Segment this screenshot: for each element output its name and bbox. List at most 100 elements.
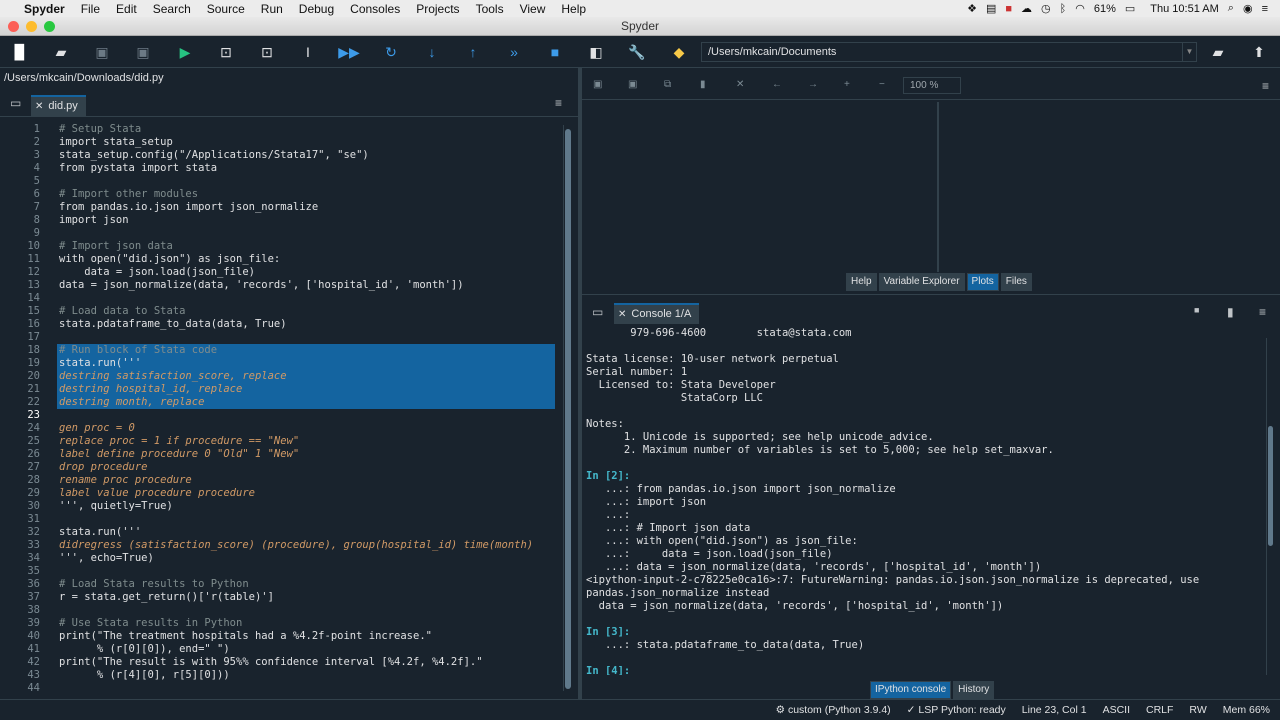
code-line[interactable]: ''', echo=True) [57,552,555,565]
copy-plot-icon[interactable]: ⧉ [664,79,671,90]
code-line[interactable]: ''', quietly=True) [57,500,555,513]
code-line[interactable] [57,227,555,240]
browse-consoles-icon[interactable]: ▭ [592,305,603,319]
pane-splitter-horizontal[interactable] [582,294,1280,300]
plot-thumbnail-splitter[interactable] [938,102,946,272]
remove-plot-icon[interactable]: ▮ [700,79,706,90]
lsp-status[interactable]: ✓ LSP Python: ready [907,704,1006,716]
ipython-console[interactable]: 979-696-4600 stata@stata.com Stata licens… [582,327,1272,675]
interrupt-kernel-icon[interactable]: ■ [1194,305,1199,315]
tab-files[interactable]: Files [1000,273,1032,291]
menu-view[interactable]: View [512,2,554,16]
parent-directory-icon[interactable]: ⬆ [1250,43,1268,61]
code-line[interactable] [57,513,555,526]
save-icon[interactable]: ▣ [93,43,111,61]
code-line[interactable]: from pystata import stata [57,162,555,175]
python-path-icon[interactable]: ◆ [670,43,688,61]
code-line[interactable] [57,409,555,422]
code-line[interactable]: data = json.load(json_file) [57,266,555,279]
browse-directory-icon[interactable]: ▰ [1209,43,1227,61]
previous-plot-icon[interactable]: ← [772,79,782,90]
code-line[interactable]: # Run block of Stata code [57,344,555,357]
browse-tabs-icon[interactable]: ▭ [10,96,21,110]
zoom-out-icon[interactable]: − [879,79,885,90]
timemachine-icon[interactable]: ◷ [1041,2,1051,15]
code-line[interactable] [57,292,555,305]
step-into-icon[interactable]: ↓ [423,43,441,61]
console-options-menu-icon[interactable]: ≡ [1259,305,1266,319]
run-selection-icon[interactable]: I [299,43,317,61]
code-line[interactable] [57,175,555,188]
editor-options-menu-icon[interactable]: ≡ [555,96,562,110]
code-line[interactable]: r = stata.get_return()['r(table)'] [57,591,555,604]
code-line[interactable]: with open("did.json") as json_file: [57,253,555,266]
plot-canvas[interactable] [582,102,938,272]
app-menu-spyder[interactable]: Spyder [16,2,73,16]
zoom-level-field[interactable]: 100 % [903,77,961,94]
code-line[interactable]: # Setup Stata [57,123,555,136]
code-line[interactable]: stata_setup.config("/Applications/Stata1… [57,149,555,162]
code-line[interactable]: import json [57,214,555,227]
wifi-icon[interactable]: ◠ [1075,2,1085,15]
code-editor[interactable]: 1 2 3 4 5 6 7 8 9 10 11 12 13 14 15 16 17 18 19 20 21 22 23 24 2… [0,119,576,695]
code-line[interactable]: # Load data to Stata [57,305,555,318]
code-line[interactable]: rename proc procedure [57,474,555,487]
console-scrollbar[interactable] [1266,338,1273,675]
document-icon[interactable]: ▤ [986,2,996,15]
menu-file[interactable]: File [73,2,108,16]
maximize-pane-icon[interactable]: ◧ [587,43,605,61]
code-line[interactable]: drop procedure [57,461,555,474]
step-return-icon[interactable]: ↑ [464,43,482,61]
menu-help[interactable]: Help [553,2,594,16]
notification-center-icon[interactable]: ≡ [1262,3,1268,15]
run-cell-advance-icon[interactable]: ⊡ [258,43,276,61]
preferences-icon[interactable]: 🔧 [628,43,646,61]
save-plot-icon[interactable]: ▣ [593,79,602,90]
code-line[interactable]: print("The treatment hospitals had a %4.… [57,630,555,643]
plots-options-menu-icon[interactable]: ≡ [1262,79,1269,93]
save-all-plots-icon[interactable]: ▣ [628,79,637,90]
remove-console-icon[interactable]: ▮ [1227,305,1234,319]
code-line[interactable] [57,331,555,344]
code-line[interactable]: destring hospital_id, replace [57,383,555,396]
zoom-in-icon[interactable]: + [844,79,850,90]
editor-scrollbar[interactable] [563,125,571,691]
close-tab-icon[interactable]: ✕ [618,309,626,320]
menu-run[interactable]: Run [253,2,291,16]
code-line[interactable] [57,682,555,695]
clock[interactable]: Thu 10:51 AM [1150,3,1219,15]
new-file-icon[interactable]: ▉ [11,43,29,61]
conda-env-status[interactable]: ⚙ custom (Python 3.9.4) [776,704,891,716]
menu-projects[interactable]: Projects [408,2,467,16]
code-line[interactable]: destring month, replace [57,396,555,409]
code-line[interactable]: replace proc = 1 if procedure == "New" [57,435,555,448]
menu-edit[interactable]: Edit [108,2,145,16]
chevron-down-icon[interactable]: ▼ [1182,43,1196,61]
code-line[interactable]: # Import other modules [57,188,555,201]
battery-icon[interactable]: ▭ [1125,2,1135,15]
next-plot-icon[interactable]: → [808,79,818,90]
menu-search[interactable]: Search [145,2,199,16]
tab-help[interactable]: Help [846,273,877,291]
menu-debug[interactable]: Debug [291,2,342,16]
code-line[interactable]: % (r[4][0], r[5][0])) [57,669,555,682]
code-line[interactable] [57,565,555,578]
tab-did-py[interactable]: ✕ did.py [31,95,86,116]
code-line[interactable]: print("The result is with 95%% confidenc… [57,656,555,669]
console-scrollbar-thumb[interactable] [1268,426,1273,546]
code-line[interactable]: destring satisfaction_score, replace [57,370,555,383]
tab-ipython-console[interactable]: IPython console [870,681,952,699]
code-line[interactable]: stata.run(''' [57,357,555,370]
menu-source[interactable]: Source [199,2,253,16]
tab-console-1a[interactable]: ✕ Console 1/A [614,303,700,324]
run-icon[interactable]: ▶ [176,43,194,61]
menu-consoles[interactable]: Consoles [342,2,408,16]
code-line[interactable]: # Import json data [57,240,555,253]
code-line[interactable]: # Load Stata results to Python [57,578,555,591]
code-line[interactable]: stata.run(''' [57,526,555,539]
battery-percent[interactable]: 61% [1094,3,1116,15]
cloud-icon[interactable]: ☁ [1021,2,1032,15]
minimize-window-icon[interactable] [26,21,37,32]
dropbox-icon[interactable]: ❖ [967,2,977,15]
stop-icon[interactable]: ■ [546,43,564,61]
